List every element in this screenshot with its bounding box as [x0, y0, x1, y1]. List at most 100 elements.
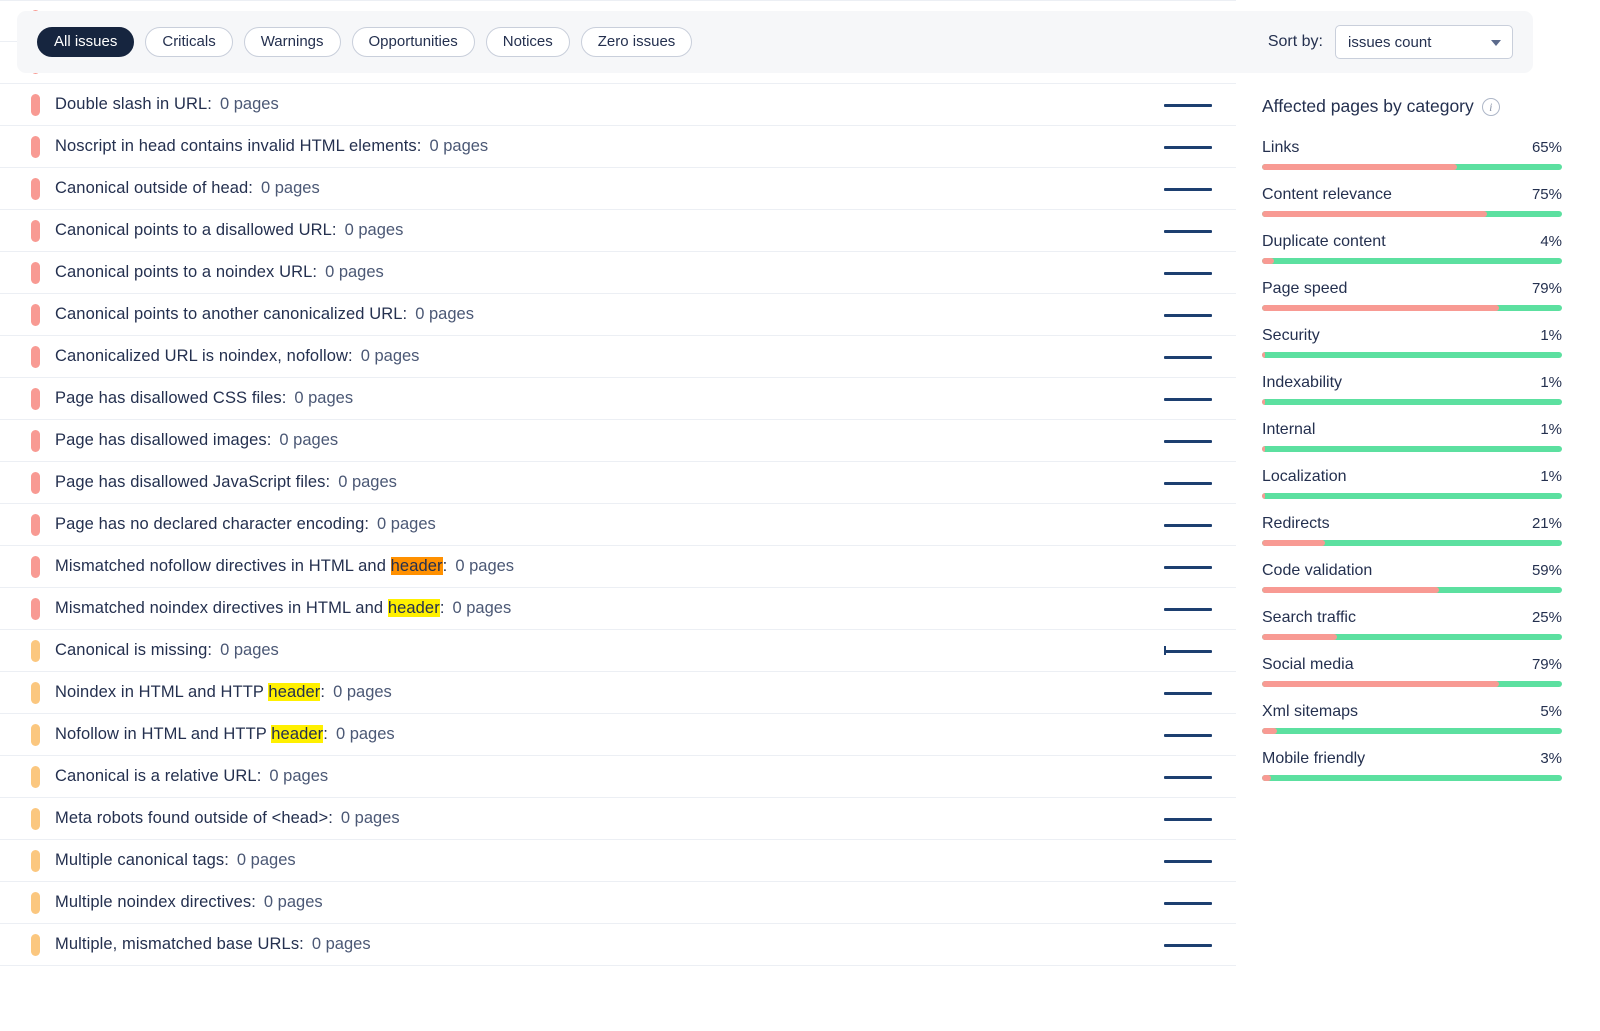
category-progress-fill	[1262, 446, 1265, 452]
category-progress-fill	[1262, 399, 1265, 405]
category-header: Content relevance 75%	[1262, 186, 1562, 204]
category-name: Redirects	[1262, 515, 1330, 532]
issue-row[interactable]: Canonicalized URL is noindex, nofollow: 0…	[0, 336, 1236, 378]
issue-page-count: 0 pages	[263, 893, 323, 911]
category-progress-fill	[1262, 352, 1265, 358]
category-item[interactable]: Xml sitemaps 5%	[1262, 703, 1562, 734]
issue-row[interactable]: Page has disallowed JavaScript files: 0 p…	[0, 462, 1236, 504]
issue-trend-sparkline	[1164, 187, 1212, 191]
info-icon[interactable]: i	[1481, 97, 1500, 116]
category-header: Links 65%	[1262, 139, 1562, 157]
issue-trend-sparkline	[1164, 859, 1212, 863]
category-header: Security 1%	[1262, 327, 1562, 345]
severity-warning-icon	[31, 849, 40, 872]
issue-row[interactable]: Canonical is a relative URL: 0 pages	[0, 756, 1236, 798]
category-item[interactable]: Social media 79%	[1262, 656, 1562, 687]
issue-page-count: 0 pages	[377, 515, 436, 533]
category-item[interactable]: Redirects 21%	[1262, 515, 1562, 546]
search-highlight: header	[271, 725, 324, 743]
issue-title: Multiple, mismatched base URLs:	[55, 935, 304, 953]
issue-title: Canonical is a relative URL:	[55, 767, 262, 785]
issue-row[interactable]: Page has no declared character encoding:…	[0, 504, 1236, 546]
severity-critical-icon	[31, 303, 40, 326]
category-item[interactable]: Search traffic 25%	[1262, 609, 1562, 640]
category-item[interactable]: Mobile friendly 3%	[1262, 750, 1562, 781]
issue-page-count: 0 pages	[455, 557, 515, 575]
category-percent: 79%	[1531, 280, 1562, 297]
issue-row[interactable]: Page has disallowed images: 0 pages	[0, 420, 1236, 462]
issue-row[interactable]: Nofollow in HTML and HTTP header: 0 pages	[0, 714, 1236, 756]
category-item[interactable]: Content relevance 75%	[1262, 186, 1562, 217]
category-item[interactable]: Localization 1%	[1262, 468, 1562, 499]
category-header: Mobile friendly 3%	[1262, 750, 1562, 768]
issue-row[interactable]: Canonical points to a noindex URL: 0 page…	[0, 252, 1236, 294]
issue-row[interactable]: Multiple, mismatched base URLs: 0 pages	[0, 924, 1236, 966]
issue-row[interactable]: Mismatched noindex directives in HTML an…	[0, 588, 1236, 630]
category-name: Search traffic	[1262, 609, 1356, 626]
category-header: Social media 79%	[1262, 656, 1562, 674]
issue-trend-sparkline	[1164, 313, 1212, 317]
filter-chip-opportunities[interactable]: Opportunities	[351, 27, 475, 57]
category-percent: 79%	[1531, 656, 1562, 673]
issue-title: Meta robots found outside of <head>:	[55, 809, 333, 827]
issue-page-count: 0 pages	[333, 683, 392, 701]
issue-page-count: 0 pages	[220, 641, 279, 659]
issue-row[interactable]: Canonical outside of head: 0 pages	[0, 168, 1236, 210]
issue-page-count: 0 pages	[261, 179, 320, 197]
sort-by-select[interactable]: issues count	[1335, 25, 1513, 59]
issue-page-count: 0 pages	[236, 851, 296, 869]
filter-chip-warnings[interactable]: Warnings	[243, 27, 341, 57]
issue-page-count: 0 pages	[279, 431, 339, 449]
issue-row[interactable]: Canonical is missing: 0 pages	[0, 630, 1236, 672]
issue-trend-sparkline	[1164, 271, 1212, 275]
filter-chip-criticals[interactable]: Criticals	[145, 27, 233, 57]
category-name: Code validation	[1262, 562, 1373, 579]
category-item[interactable]: Indexability 1%	[1262, 374, 1562, 405]
severity-critical-icon	[31, 135, 40, 158]
category-item[interactable]: Duplicate content 4%	[1262, 233, 1562, 264]
category-percent: 3%	[1540, 750, 1562, 767]
severity-critical-icon	[31, 261, 40, 284]
issue-trend-sparkline	[1164, 145, 1212, 149]
category-item[interactable]: Code validation 59%	[1262, 562, 1562, 593]
severity-warning-icon	[31, 723, 40, 746]
issue-row[interactable]: Mismatched nofollow directives in HTML a…	[0, 546, 1236, 588]
category-percent: 21%	[1531, 515, 1562, 532]
issue-page-count: 0 pages	[452, 599, 512, 617]
severity-critical-icon	[31, 555, 40, 578]
severity-warning-icon	[31, 639, 40, 662]
category-item[interactable]: Page speed 79%	[1262, 280, 1562, 311]
category-header: Indexability 1%	[1262, 374, 1562, 392]
category-name: Content relevance	[1262, 186, 1392, 203]
category-header: Code validation 59%	[1262, 562, 1562, 580]
issue-row[interactable]: Noscript in head contains invalid HTML e…	[0, 126, 1236, 168]
issue-row[interactable]: Page has disallowed CSS files: 0 pages	[0, 378, 1236, 420]
issue-title: Page has no declared character encoding:	[55, 515, 370, 533]
issue-row[interactable]: Meta robots found outside of <head>: 0 pa…	[0, 798, 1236, 840]
category-header: Xml sitemaps 5%	[1262, 703, 1562, 721]
category-progress-fill	[1262, 681, 1499, 687]
issue-title: Noindex in HTML and HTTP header:	[55, 683, 325, 702]
category-item[interactable]: Security 1%	[1262, 327, 1562, 358]
filter-chip-notices[interactable]: Notices	[485, 27, 570, 57]
issue-row[interactable]: Noindex in HTML and HTTP header: 0 pages	[0, 672, 1236, 714]
sort-by-label: Sort by:	[1267, 33, 1323, 50]
issue-row[interactable]: Canonical points to a disallowed URL: 0 p…	[0, 210, 1236, 252]
category-item[interactable]: Internal 1%	[1262, 421, 1562, 452]
search-highlight: header	[387, 599, 440, 617]
filter-chip-zero-issues[interactable]: Zero issues	[580, 27, 693, 57]
category-item[interactable]: Links 65%	[1262, 139, 1562, 170]
category-progress-bar	[1262, 681, 1562, 687]
issue-row[interactable]: Multiple noindex directives: 0 pages	[0, 882, 1236, 924]
issue-trend-sparkline	[1164, 733, 1212, 737]
issue-page-count: 0 pages	[311, 935, 371, 953]
issue-row[interactable]: Canonical points to another canonicalize…	[0, 294, 1236, 336]
issue-row[interactable]: Multiple canonical tags: 0 pages	[0, 840, 1236, 882]
category-name: Mobile friendly	[1262, 750, 1366, 767]
category-progress-bar	[1262, 587, 1562, 593]
category-progress-bar	[1262, 211, 1562, 217]
issue-trend-sparkline	[1164, 607, 1212, 611]
filter-chip-all-issues[interactable]: All issues	[37, 27, 135, 57]
issue-row[interactable]: Double slash in URL: 0 pages	[0, 84, 1236, 126]
category-name: Duplicate content	[1262, 233, 1386, 250]
